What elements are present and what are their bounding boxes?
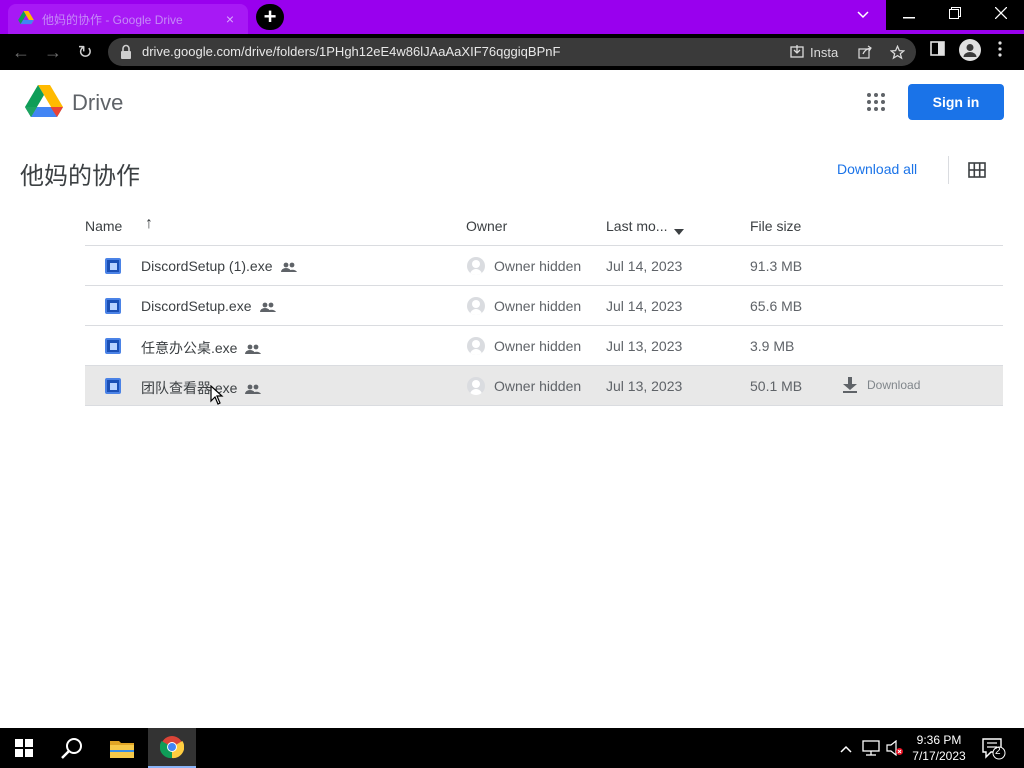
download-label: Download (867, 378, 921, 392)
clock-date: 7/17/2023 (912, 749, 966, 763)
notification-center-icon[interactable]: 2 (982, 738, 1006, 763)
restore-button[interactable] (932, 0, 978, 30)
product-name[interactable]: Drive (72, 90, 123, 116)
exe-file-icon (105, 258, 121, 274)
mouse-cursor-icon (210, 384, 224, 410)
url-text[interactable]: drive.google.com/drive/folders/1PHgh12eE… (142, 44, 560, 59)
file-modified-date: Jul 13, 2023 (606, 378, 683, 394)
download-file-button[interactable]: Download (843, 377, 920, 393)
sort-ascending-arrow-icon[interactable]: ↑ (145, 215, 153, 233)
new-tab-button[interactable]: + (256, 4, 284, 30)
side-panel-icon[interactable] (930, 41, 945, 61)
bookmark-star-icon[interactable] (890, 43, 905, 61)
owner-avatar-icon (467, 257, 485, 275)
download-icon (843, 377, 857, 393)
close-window-button[interactable] (978, 0, 1024, 30)
file-list: Name ↑ Owner Last mo... File size Discor… (85, 210, 1003, 406)
shared-people-icon (245, 341, 262, 357)
folder-title: 他妈的协作 (20, 163, 140, 190)
search-icon[interactable] (48, 728, 96, 768)
file-size: 91.3 MB (750, 258, 803, 274)
file-name[interactable]: 团队查看器.exe (141, 378, 262, 398)
column-header-row: Name ↑ Owner Last mo... File size (85, 210, 1003, 246)
install-icon (790, 44, 804, 61)
file-row[interactable]: DiscordSetup (1).exe Owner hidden Jul 14… (85, 246, 1003, 286)
reload-icon[interactable]: ↻ (72, 39, 98, 65)
file-name[interactable]: DiscordSetup (1).exe (141, 258, 297, 275)
file-size: 50.1 MB (750, 378, 803, 394)
file-size: 3.9 MB (750, 338, 795, 354)
file-row[interactable]: 任意办公桌.exe Owner hidden Jul 13, 2023 3.9 … (85, 326, 1003, 366)
share-icon[interactable] (858, 43, 872, 61)
file-explorer-icon[interactable] (98, 728, 146, 768)
shared-people-icon (245, 381, 262, 397)
clock-time: 9:36 PM (916, 733, 962, 747)
file-name[interactable]: 任意办公桌.exe (141, 338, 262, 358)
file-modified-date: Jul 14, 2023 (606, 298, 683, 314)
file-modified-date: Jul 14, 2023 (606, 258, 683, 274)
drive-header: Drive Sign in (0, 70, 1024, 134)
file-modified-date: Jul 13, 2023 (606, 338, 683, 354)
exe-file-icon (105, 378, 121, 394)
column-header-last-modified[interactable]: Last mo... (606, 218, 667, 234)
browser-tab[interactable]: 他妈的协作 - Google Drive × (8, 4, 248, 34)
toolbar-divider (948, 156, 949, 184)
shared-people-icon (280, 259, 297, 275)
shared-people-icon (259, 299, 276, 315)
install-label: Insta (810, 44, 839, 60)
taskbar-clock[interactable]: 9:36 PM 7/17/2023 (906, 732, 972, 764)
windows-taskbar: 9:36 PM 7/17/2023 2 (0, 728, 1024, 768)
back-icon[interactable]: ← (8, 39, 34, 65)
tab-search-chevron-icon[interactable] (840, 0, 886, 30)
download-all-button[interactable]: Download all (837, 161, 917, 177)
file-owner: Owner hidden (494, 298, 582, 314)
google-apps-grid-icon[interactable] (866, 92, 886, 112)
browser-toolbar: ← → ↻ drive.google.com/drive/folders/1PH… (0, 34, 1024, 70)
network-icon[interactable] (862, 740, 880, 759)
profile-avatar-icon[interactable] (959, 39, 981, 66)
browser-menu-icon[interactable] (998, 41, 1002, 62)
exe-file-icon (105, 338, 121, 354)
column-header-file-size: File size (750, 218, 802, 234)
forward-icon[interactable]: → (40, 39, 66, 65)
owner-avatar-icon (467, 297, 485, 315)
owner-avatar-icon (467, 337, 485, 355)
file-owner: Owner hidden (494, 338, 582, 354)
drive-page: Drive Sign in 他妈的协作 Download all Name ↑ … (0, 70, 1024, 728)
file-row[interactable]: DiscordSetup.exe Owner hidden Jul 14, 20… (85, 286, 1003, 326)
lock-icon (120, 44, 132, 60)
sign-in-button[interactable]: Sign in (908, 84, 1004, 120)
tray-chevron-up-icon[interactable] (840, 740, 852, 756)
file-name[interactable]: DiscordSetup.exe (141, 298, 276, 315)
chrome-taskbar-icon[interactable] (148, 728, 196, 768)
address-bar[interactable]: drive.google.com/drive/folders/1PHgh12eE… (108, 38, 916, 66)
sort-dropdown-icon[interactable] (674, 222, 684, 238)
file-owner: Owner hidden (494, 378, 582, 394)
file-owner: Owner hidden (494, 258, 582, 274)
volume-muted-icon[interactable] (886, 739, 904, 759)
exe-file-icon (105, 298, 121, 314)
start-windows-icon[interactable] (0, 728, 48, 768)
tab-title: 他妈的协作 - Google Drive (42, 12, 183, 27)
file-size: 65.6 MB (750, 298, 803, 314)
minimize-button[interactable] (886, 0, 932, 30)
owner-avatar-icon (467, 377, 485, 395)
column-header-owner: Owner (466, 218, 508, 234)
google-drive-favicon-icon (18, 11, 34, 27)
notification-count: 2 (995, 746, 1001, 757)
google-drive-logo-icon[interactable] (25, 85, 63, 119)
browser-tab-bar: 他妈的协作 - Google Drive × + (0, 0, 1024, 34)
column-header-name[interactable]: Name (85, 218, 122, 234)
grid-view-icon[interactable] (968, 162, 986, 178)
tab-close-icon[interactable]: × (222, 11, 238, 27)
install-app-button[interactable]: Insta (790, 43, 838, 61)
